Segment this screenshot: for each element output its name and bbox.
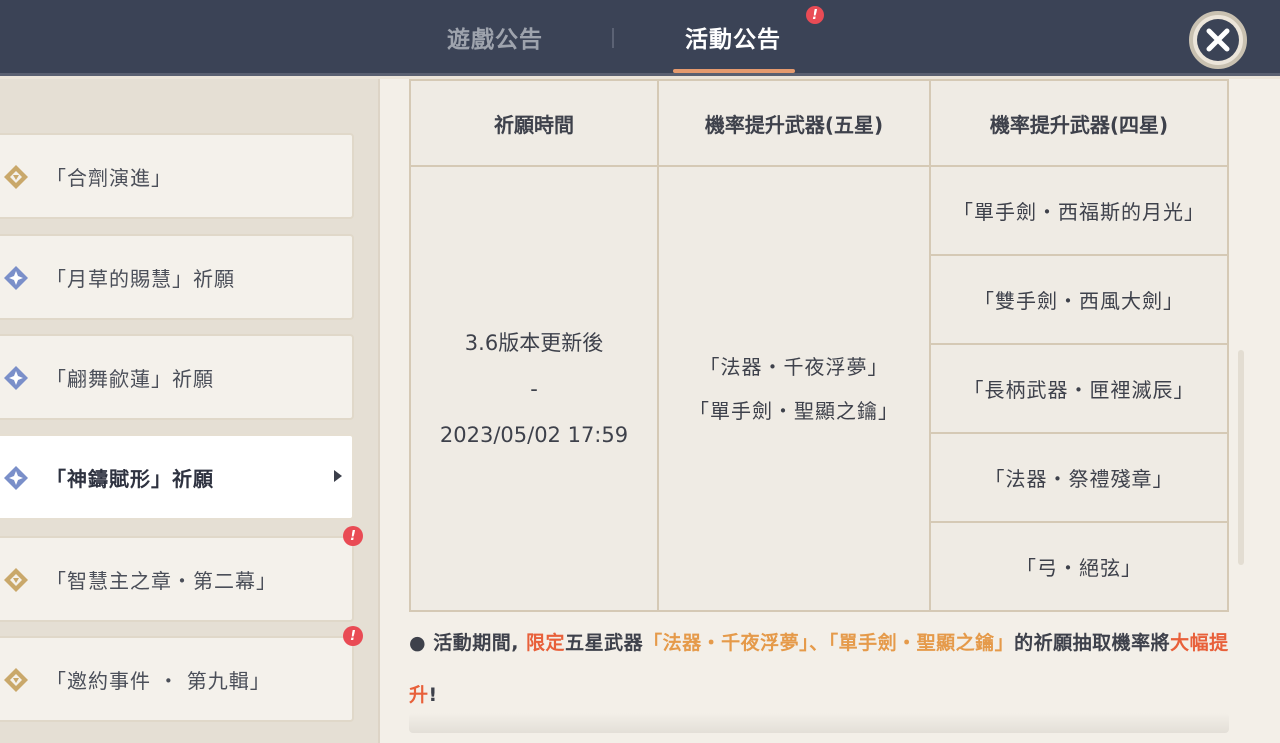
active-tab-indicator — [673, 69, 795, 73]
announcement-content[interactable]: 祈願時間 機率提升武器(五星) 機率提升武器(四星) 3.6版本更新後 - 20… — [378, 79, 1280, 743]
announcement-list[interactable]: 「合劑演進」 「月草的賜慧」祈願 「翩舞歈蓮」祈願 「神鑄賦形」祈願 「智慧主之… — [0, 79, 378, 743]
wish-time-cell: 3.6版本更新後 - 2023/05/02 17:59 — [409, 165, 659, 612]
chevron-right-icon — [334, 470, 342, 482]
note-sep: 、 — [809, 632, 829, 654]
alert-badge-icon: ! — [343, 626, 363, 646]
list-item[interactable]: 「邀約事件 ・ 第九輯」 — [0, 636, 354, 722]
note-text: 的祈願抽取機率將 — [1014, 632, 1171, 654]
close-icon — [1197, 19, 1239, 61]
gold-diamond-icon — [4, 165, 28, 189]
gold-diamond-icon — [4, 668, 28, 692]
blue-star-diamond-icon — [4, 266, 28, 290]
five-star-weapon: 「法器・千夜浮夢」 — [699, 354, 889, 379]
blue-star-diamond-icon — [4, 466, 28, 490]
four-star-weapon: 「單手劍・西福斯的月光」 — [929, 165, 1229, 256]
note-text: 五星武器 — [565, 632, 644, 654]
list-item-label: 「翩舞歈蓮」祈願 — [46, 366, 214, 391]
list-item-label: 「神鑄賦形」祈願 — [46, 466, 214, 491]
list-item[interactable]: 「翩舞歈蓮」祈願 — [0, 334, 354, 420]
note-text: 活動期間, — [426, 632, 527, 654]
table-header-four-star: 機率提升武器(四星) — [929, 79, 1229, 167]
wish-dash: - — [530, 376, 538, 401]
four-star-weapon: 「法器・祭禮殘章」 — [929, 432, 1229, 523]
alert-badge-icon: ! — [806, 6, 824, 24]
list-item[interactable]: 「智慧主之章・第二幕」 — [0, 536, 354, 622]
five-star-cell: 「法器・千夜浮夢」 「單手劍・聖顯之鑰」 — [657, 165, 931, 612]
alert-badge-icon: ! — [343, 526, 363, 546]
event-note: ● 活動期間, 限定五星武器「法器・千夜浮夢」、「單手劍・聖顯之鑰」的祈願抽取機… — [409, 617, 1239, 721]
list-item-label: 「智慧主之章・第二幕」 — [46, 568, 277, 593]
four-star-weapon: 「雙手劍・西風大劍」 — [929, 254, 1229, 345]
list-item-selected[interactable]: 「神鑄賦形」祈願 — [0, 434, 354, 520]
table-header-five-star: 機率提升武器(五星) — [657, 79, 931, 167]
list-item[interactable]: 「合劑演進」 — [0, 133, 354, 219]
top-bar: 遊戲公告 活動公告 ! — [0, 0, 1280, 76]
tab-game-announcements[interactable]: 遊戲公告 — [420, 0, 570, 74]
note-end: ! — [428, 684, 438, 706]
four-star-weapon: 「弓・絕弦」 — [929, 521, 1229, 612]
note-weapon: 「法器・千夜浮夢」 — [643, 632, 810, 654]
tab-event-announcements[interactable]: 活動公告 — [658, 0, 808, 74]
list-item[interactable]: 「月草的賜慧」祈願 — [0, 234, 354, 320]
close-button[interactable] — [1189, 11, 1247, 69]
gold-diamond-icon — [4, 568, 28, 592]
wish-start: 3.6版本更新後 — [464, 330, 604, 355]
list-item-label: 「合劑演進」 — [46, 165, 172, 190]
tab-divider — [612, 28, 614, 48]
note-weapon: 「單手劍・聖顯之鑰」 — [828, 632, 1015, 654]
faded-text-line — [409, 713, 1229, 733]
list-item-label: 「邀約事件 ・ 第九輯」 — [46, 668, 271, 693]
note-limited: 限定 — [526, 632, 566, 654]
wish-table: 祈願時間 機率提升武器(五星) 機率提升武器(四星) 3.6版本更新後 - 20… — [409, 79, 1229, 612]
four-star-weapon: 「長柄武器・匣裡滅辰」 — [929, 343, 1229, 434]
blue-star-diamond-icon — [4, 366, 28, 390]
wish-end: 2023/05/02 17:59 — [439, 422, 629, 447]
bullet: ● — [409, 632, 427, 654]
table-header-time: 祈願時間 — [409, 79, 659, 167]
list-item-label: 「月草的賜慧」祈願 — [46, 266, 235, 291]
five-star-weapon: 「單手劍・聖顯之鑰」 — [689, 398, 899, 423]
scrollbar[interactable] — [1238, 350, 1244, 565]
